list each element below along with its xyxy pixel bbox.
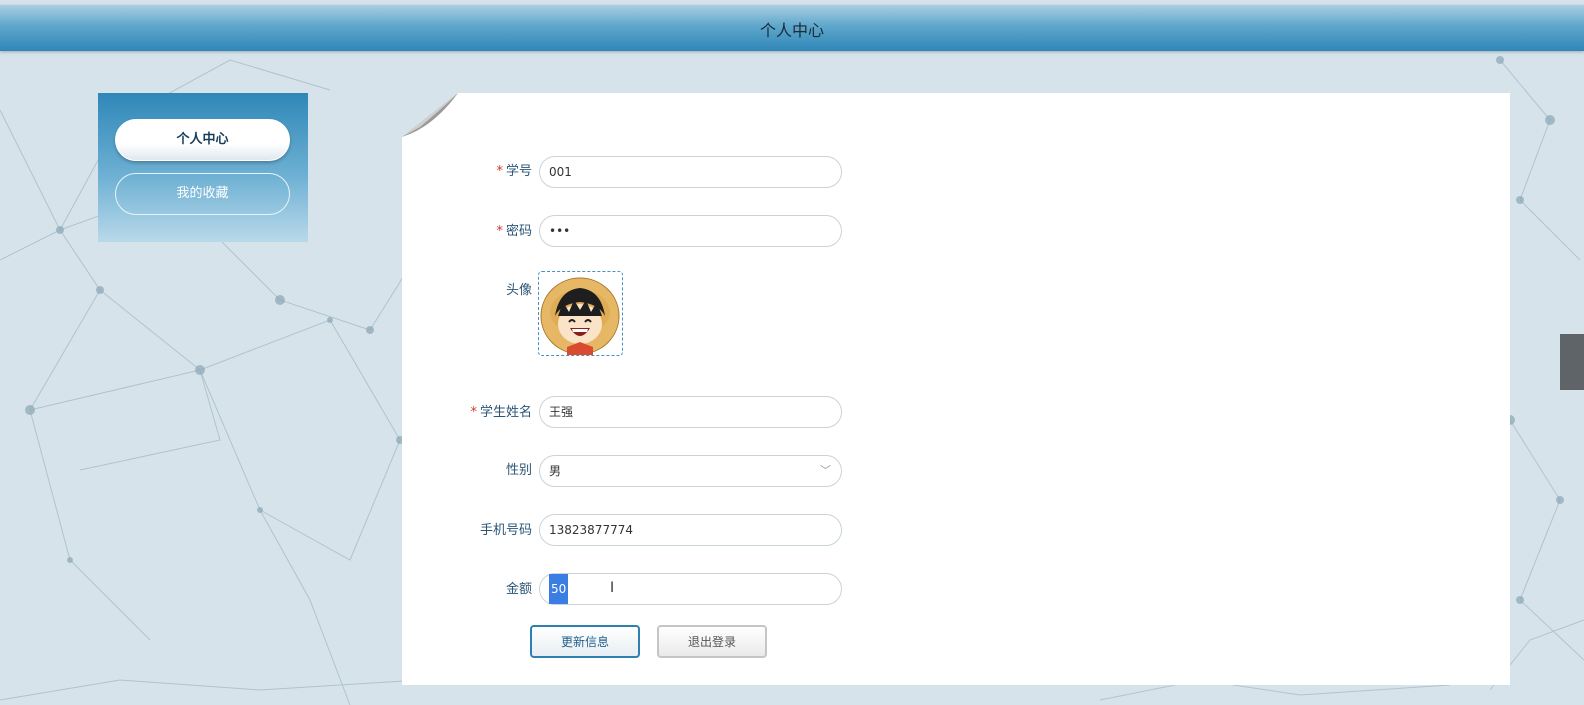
amount-value-selected: 50 [549, 574, 569, 604]
text-cursor-icon: I [610, 580, 615, 596]
gender-select[interactable]: 男 ﹀ [539, 455, 842, 487]
gender-value: 男 [549, 464, 562, 478]
field-row-avatar: 头像 [0, 274, 532, 308]
student-name-input[interactable]: 王强 [539, 396, 842, 428]
required-mark: * [496, 224, 503, 239]
chevron-down-icon: ﹀ [820, 464, 831, 477]
phone-label: 手机号码 [479, 523, 532, 538]
top-header: 个人中心 [0, 5, 1584, 51]
field-row-student-name: * 学生姓名 [0, 396, 532, 430]
student-id-label: * 学号 [496, 164, 532, 179]
page-title: 个人中心 [759, 21, 824, 40]
update-info-button[interactable]: 更新信息 [530, 625, 640, 658]
field-row-password: * 密码 [0, 215, 532, 249]
avatar-image [540, 277, 620, 355]
gender-label: 性别 [505, 463, 532, 478]
required-mark: * [470, 405, 477, 420]
amount-input[interactable]: 50 [539, 573, 842, 605]
field-row-phone: 手机号码 [0, 514, 532, 548]
logout-button[interactable]: 退出登录 [657, 625, 767, 658]
amount-label: 金额 [505, 582, 532, 597]
phone-input[interactable]: 13823877774 [539, 514, 842, 546]
field-row-gender: 性别 [0, 454, 532, 488]
field-row-amount: 金额 [0, 573, 532, 607]
password-label: * 密码 [496, 224, 532, 239]
student-name-label: * 学生姓名 [470, 405, 532, 420]
avatar-label: 头像 [505, 283, 532, 298]
page-fold-corner [402, 93, 458, 137]
avatar-uploader[interactable] [538, 271, 623, 356]
side-float-tab[interactable] [1560, 334, 1584, 390]
student-id-input[interactable]: 001 [539, 156, 842, 188]
required-mark: * [496, 164, 503, 179]
password-input[interactable]: ••• [539, 215, 842, 247]
field-row-student-id: * 学号 [0, 155, 532, 189]
